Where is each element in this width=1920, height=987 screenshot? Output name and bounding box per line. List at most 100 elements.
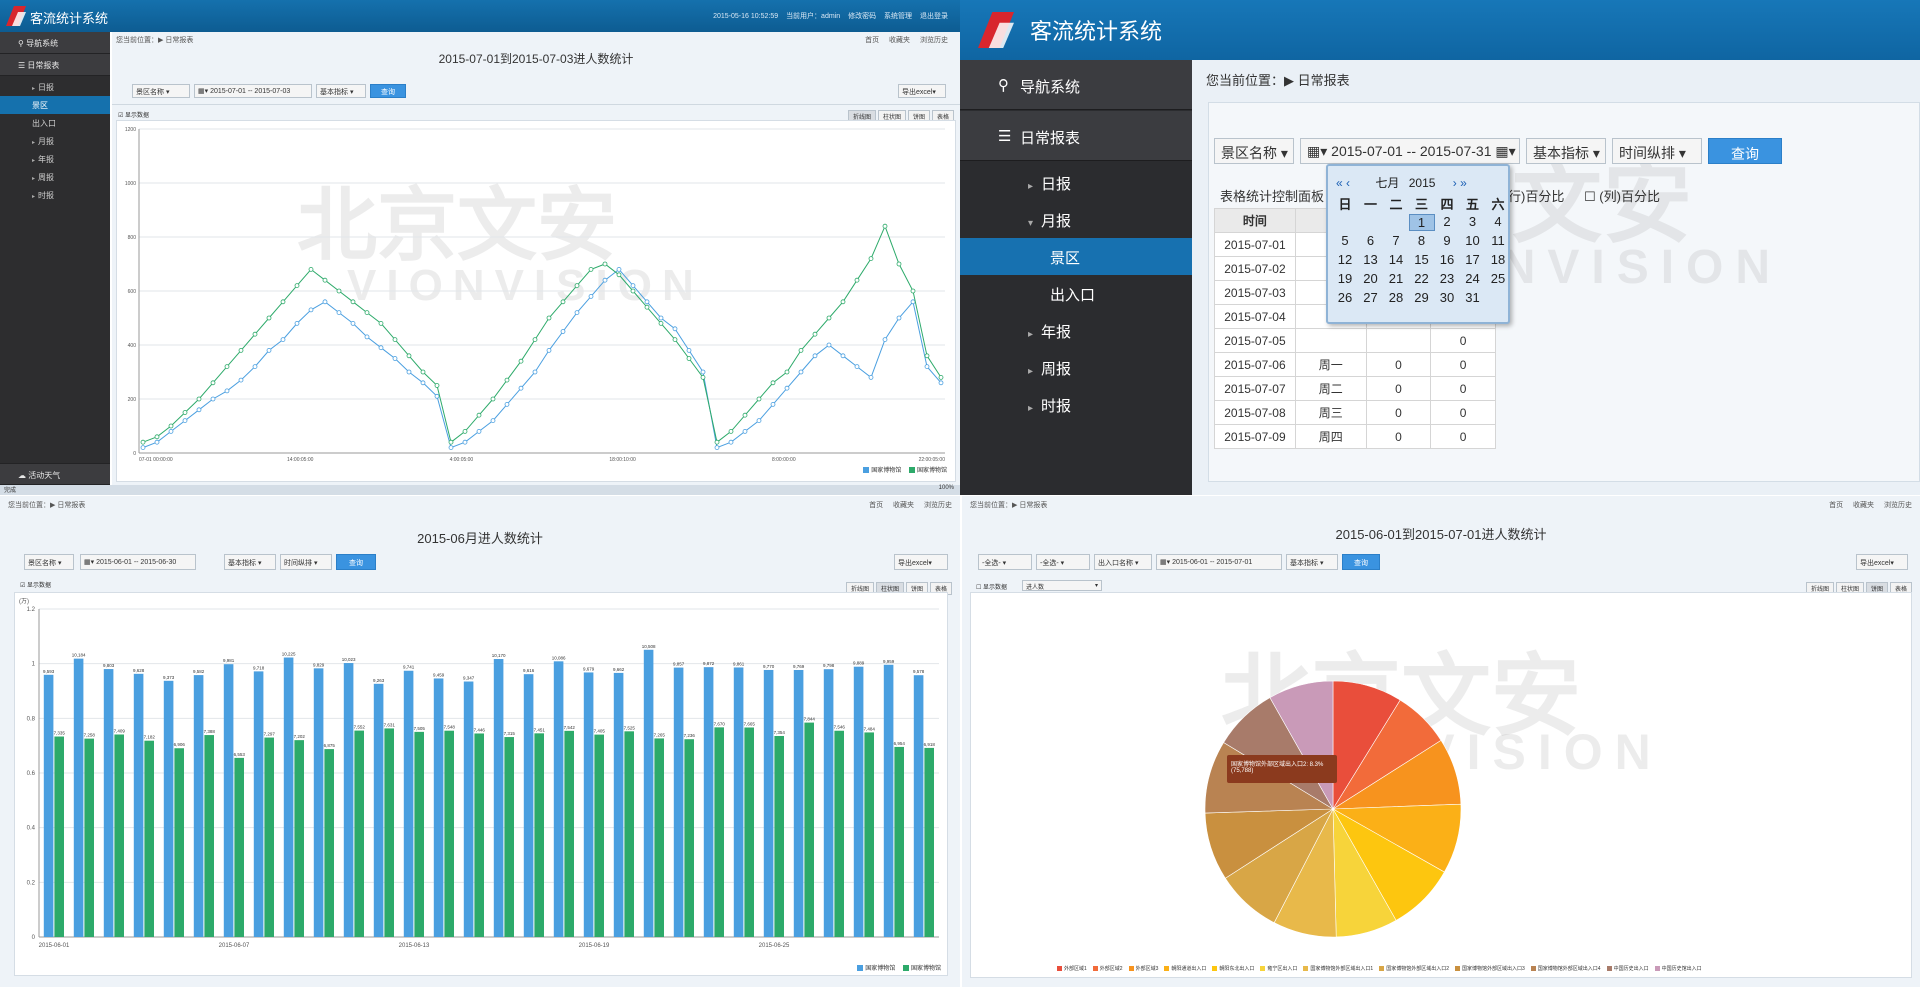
sidebar-item-entrance[interactable]: 出入口 <box>960 275 1192 312</box>
sidebar-item-week[interactable]: ▸ 周报 <box>960 349 1192 386</box>
legend-item[interactable]: 国家博物馆外部区域出入口1 <box>1310 966 1373 972</box>
calendar-day[interactable]: 30 <box>1434 290 1460 305</box>
show-data-checkbox[interactable]: ☐ 显示数据 <box>976 582 1007 591</box>
query-button[interactable]: 查询 <box>1342 554 1380 570</box>
calendar-day[interactable]: 11 <box>1485 233 1511 248</box>
calendar-day[interactable]: 14 <box>1383 252 1409 267</box>
sidebar-item-scenic[interactable]: 景区 <box>960 238 1192 275</box>
sidebar-item-month[interactable]: ▾ 月报 <box>960 201 1192 238</box>
legend-item[interactable]: 外部区域3 <box>1136 966 1159 972</box>
sidebar-item-daily[interactable]: ☰ 日常报表 <box>960 111 1192 161</box>
legend-item[interactable]: 国家博物馆 <box>865 966 895 972</box>
export-excel-select[interactable]: 导出excel▾ <box>894 554 948 570</box>
calendar-day[interactable]: 15 <box>1409 252 1435 267</box>
sidebar-item-month[interactable]: ▸ 月报 <box>0 132 110 150</box>
home-link[interactable]: 首页 <box>1829 502 1843 509</box>
calendar-day[interactable]: 18 <box>1485 252 1511 267</box>
col-percent-checkbox[interactable]: ☐ (列)百分比 <box>1584 186 1660 205</box>
date-range-input[interactable]: ▦▾ 2015-07-01 -- 2015-07-03 <box>194 84 312 98</box>
query-button[interactable]: 查询 <box>1708 138 1782 164</box>
legend-item[interactable]: 中国历史馆出入口 <box>1662 966 1702 972</box>
calendar-day[interactable]: 17 <box>1460 252 1486 267</box>
sidebar-item-weather[interactable]: ☁ 活动天气 <box>0 463 110 485</box>
legend-item[interactable]: 朝阳通道出入口 <box>1171 966 1206 972</box>
next-year-icon[interactable]: » <box>1460 176 1467 190</box>
sidebar-item-day[interactable]: ▸ 日报 <box>0 78 110 96</box>
calendar-day[interactable]: 25 <box>1485 271 1511 286</box>
history-link[interactable]: 浏览历史 <box>1884 502 1912 509</box>
calendar-day[interactable]: 22 <box>1409 271 1435 286</box>
legend-item[interactable]: 国家博物馆 <box>871 468 901 474</box>
legend-item[interactable]: 外部区域2 <box>1100 966 1123 972</box>
calendar-day[interactable]: 26 <box>1332 290 1358 305</box>
home-link[interactable]: 首页 <box>865 37 879 44</box>
entrance-select[interactable]: 出入口名称 ▾ <box>1094 554 1152 570</box>
calendar-day[interactable]: 9 <box>1434 233 1460 248</box>
favorites-link[interactable]: 收藏夹 <box>1853 502 1874 509</box>
sidebar-item-nav[interactable]: ⚲ 导航系统 <box>0 32 110 54</box>
calendar-day[interactable]: 13 <box>1358 252 1384 267</box>
query-button[interactable]: 查询 <box>370 84 406 98</box>
prev-year-icon[interactable]: « <box>1336 176 1343 190</box>
export-excel-select[interactable]: 导出excel▾ <box>898 84 946 98</box>
calendar-day[interactable]: 10 <box>1460 233 1486 248</box>
query-button[interactable]: 查询 <box>336 554 376 570</box>
metric-select[interactable]: 基本指标 ▾ <box>316 84 366 98</box>
legend-item[interactable]: 国家博物馆 <box>911 966 941 972</box>
sidebar-item-entrance[interactable]: 出入口 <box>0 114 110 132</box>
sidebar-item-year[interactable]: ▸ 年报 <box>960 312 1192 349</box>
calendar-day[interactable]: 5 <box>1332 233 1358 248</box>
metric-select[interactable]: 基本指标 ▾ <box>1526 138 1606 164</box>
sort-select[interactable]: 时间纵排 ▾ <box>280 554 332 570</box>
calendar-day[interactable]: 8 <box>1409 233 1435 248</box>
home-link[interactable]: 首页 <box>869 502 883 509</box>
legend-item[interactable]: 国家博物馆外部区域出入口3 <box>1462 966 1525 972</box>
show-data-checkbox[interactable]: ☑ 显示数据 <box>118 110 149 119</box>
change-password-link[interactable]: 修改密码 <box>848 13 876 20</box>
metric-dropdown[interactable]: 进人数 ▾ <box>1022 580 1102 591</box>
sidebar-item-hour[interactable]: ▸ 时报 <box>960 386 1192 423</box>
show-data-checkbox[interactable]: ☑ 显示数据 <box>20 580 51 589</box>
prev-month-icon[interactable]: ‹ <box>1346 176 1350 190</box>
metric-select[interactable]: 基本指标 ▾ <box>224 554 276 570</box>
calendar-day[interactable]: 29 <box>1409 290 1435 305</box>
calendar-day[interactable]: 23 <box>1434 271 1460 286</box>
sort-select[interactable]: 时间纵排 ▾ <box>1612 138 1702 164</box>
history-link[interactable]: 浏览历史 <box>920 37 948 44</box>
calendar-day[interactable]: 4 <box>1485 214 1511 229</box>
favorites-link[interactable]: 收藏夹 <box>889 37 910 44</box>
legend-item[interactable]: 中国历史出入口 <box>1614 966 1649 972</box>
sidebar-item-nav[interactable]: ⚲ 导航系统 <box>960 60 1192 110</box>
calendar-day[interactable]: 19 <box>1332 271 1358 286</box>
calendar-day[interactable]: 24 <box>1460 271 1486 286</box>
favorites-link[interactable]: 收藏夹 <box>893 502 914 509</box>
calendar-day[interactable]: 20 <box>1358 271 1384 286</box>
scenic-select[interactable]: 景区名称 ▾ <box>1214 138 1294 164</box>
legend-item[interactable]: 国家博物馆外部区域出入口2 <box>1386 966 1449 972</box>
legend-item[interactable]: 外部区域1 <box>1064 966 1087 972</box>
calendar-day[interactable]: 3 <box>1460 214 1486 229</box>
legend-item[interactable]: 国家博物馆 <box>917 468 947 474</box>
legend-item[interactable]: 雍宁区出入口 <box>1267 966 1297 972</box>
calendar-day[interactable]: 2 <box>1434 214 1460 229</box>
date-range-input[interactable]: ▦▾ 2015-06-01 -- 2015-06-30 <box>80 554 196 570</box>
next-month-icon[interactable]: › <box>1453 176 1457 190</box>
scenic-select[interactable]: 景区名称 ▾ <box>24 554 74 570</box>
filter-select-1[interactable]: -全选- ▾ <box>978 554 1032 570</box>
calendar-day[interactable]: 6 <box>1358 233 1384 248</box>
filter-select-2[interactable]: -全选- ▾ <box>1036 554 1090 570</box>
date-range-input[interactable]: ▦▾ 2015-06-01 -- 2015-07-01 <box>1156 554 1282 570</box>
sidebar-item-hour[interactable]: ▸ 时报 <box>0 186 110 204</box>
sidebar-item-year[interactable]: ▸ 年报 <box>0 150 110 168</box>
scenic-select[interactable]: 景区名称 ▾ <box>132 84 190 98</box>
column-header[interactable]: 时间 <box>1214 208 1296 233</box>
legend-item[interactable]: 朝阳东北出入口 <box>1219 966 1254 972</box>
calendar-day[interactable]: 12 <box>1332 252 1358 267</box>
sidebar-item-daily[interactable]: ☰ 日常报表 <box>0 54 110 76</box>
calendar-day[interactable]: 27 <box>1358 290 1384 305</box>
calendar-day[interactable]: 28 <box>1383 290 1409 305</box>
sidebar-item-week[interactable]: ▸ 周报 <box>0 168 110 186</box>
sidebar-item-day[interactable]: ▸ 日报 <box>960 164 1192 201</box>
date-range-input[interactable]: ▦▾ 2015-07-01 -- 2015-07-31 ▦▾ <box>1300 138 1520 164</box>
sidebar-item-scenic[interactable]: 景区 <box>0 96 110 114</box>
